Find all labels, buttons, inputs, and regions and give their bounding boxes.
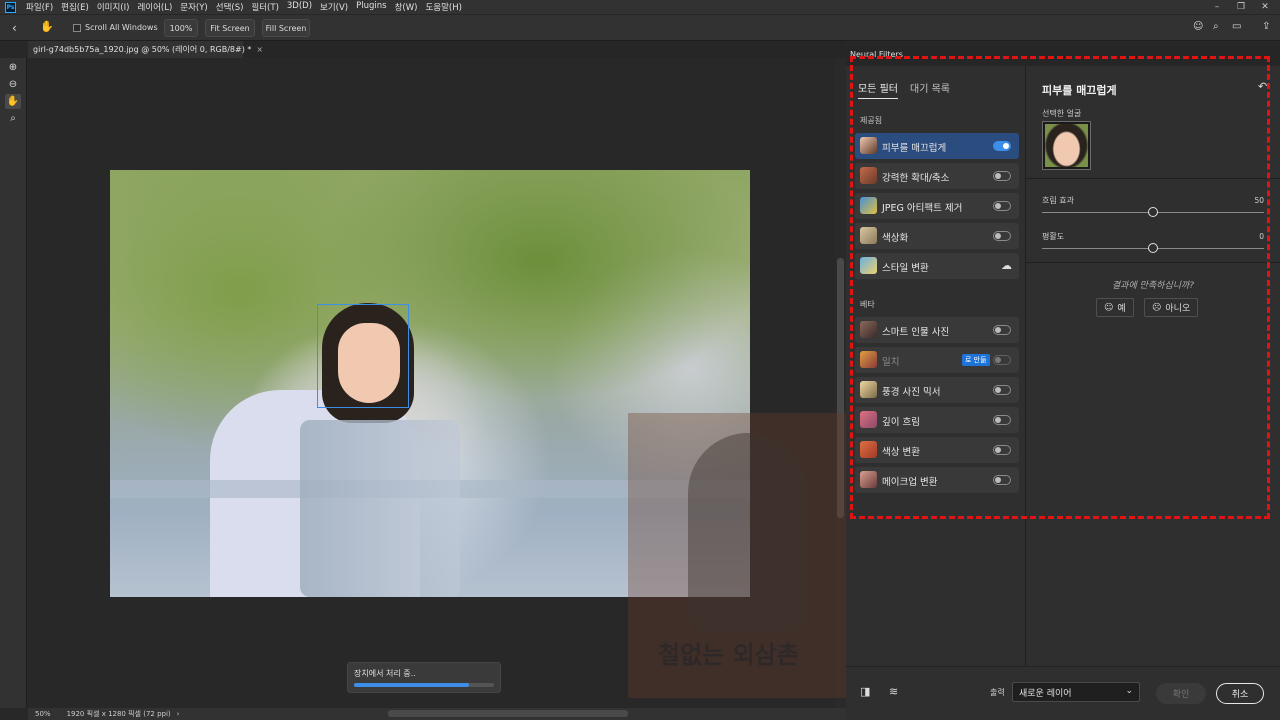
menu-item[interactable]: 파일(F)	[22, 1, 57, 13]
search-icon[interactable]: ⌕	[1213, 21, 1219, 32]
menu-item[interactable]: 편집(E)	[57, 1, 93, 13]
photoshop-logo: Ps	[5, 1, 16, 13]
hand-tool-icon[interactable]: ✋	[40, 20, 54, 33]
share-upload-icon[interactable]: ⇪	[1262, 21, 1270, 32]
processing-toast: 장치에서 처리 중..	[347, 662, 501, 693]
output-label: 출력	[990, 688, 1005, 697]
cancel-button[interactable]: 취소	[1216, 683, 1264, 704]
avatar-illustration	[688, 433, 808, 633]
scroll-all-windows-label: Scroll All Windows	[85, 23, 158, 32]
scroll-all-windows-checkbox[interactable]	[73, 24, 81, 32]
workspace-icon[interactable]: ▭	[1232, 21, 1241, 32]
progress-track	[354, 683, 494, 687]
options-bar: ‹ ✋ Scroll All Windows 100% Fit Screen F…	[0, 14, 1280, 41]
face-detection-box	[317, 304, 409, 408]
status-dimensions: 1920 픽셀 x 1280 픽셀 (72 ppi)	[66, 710, 171, 718]
neural-filters-footer: ◨ ≋ 출력 새로운 레이어 ⌄ 확인 취소	[846, 666, 1280, 720]
menu-item[interactable]: 3D(D)	[283, 1, 316, 13]
preview-toggle-icon[interactable]: ◨	[860, 685, 870, 698]
processing-label: 장치에서 처리 중..	[354, 669, 416, 678]
image-fence	[300, 420, 460, 597]
zoom-in-icon[interactable]: ⊕	[5, 60, 21, 75]
ok-button[interactable]: 확인	[1156, 683, 1206, 704]
output-select[interactable]: 새로운 레이어 ⌄	[1012, 682, 1140, 702]
zoom-100-button[interactable]: 100%	[164, 19, 198, 37]
highlight-annotation	[850, 56, 1270, 519]
minimize-icon[interactable]: –	[1205, 0, 1229, 14]
menu-item[interactable]: 도움말(H)	[421, 1, 465, 13]
close-tab-icon[interactable]: ×	[256, 45, 263, 54]
close-window-icon[interactable]: ✕	[1253, 0, 1277, 14]
fill-screen-button[interactable]: Fill Screen	[262, 19, 310, 37]
status-zoom[interactable]: 50%	[35, 710, 51, 718]
fit-screen-button[interactable]: Fit Screen	[205, 19, 255, 37]
menu-items: 파일(F) 편집(E) 이미지(I) 레이어(L) 문자(Y) 선택(S) 필터(T) 3D(…	[22, 1, 466, 13]
menu-item[interactable]: 레이어(L)	[133, 1, 176, 13]
document-tab-bar: girl-g74db5b75a_1920.jpg @ 50% (레이어 0, R…	[28, 41, 846, 58]
progress-fill	[354, 683, 469, 687]
status-bar: 50% 1920 픽셀 x 1280 픽셀 (72 ppi) ›	[28, 708, 846, 720]
zoom-out-icon[interactable]: ⊖	[5, 77, 21, 92]
menu-bar: Ps 파일(F) 편집(E) 이미지(I) 레이어(L) 문자(Y) 선택(S) 필터(T)…	[0, 0, 1280, 14]
menu-item[interactable]: Plugins	[352, 1, 390, 13]
status-menu-arrow-icon[interactable]: ›	[177, 710, 180, 718]
horizontal-scrollbar-thumb[interactable]	[388, 710, 628, 717]
restore-icon[interactable]: ❐	[1229, 0, 1253, 14]
layers-icon[interactable]: ≋	[889, 685, 898, 698]
menu-item[interactable]: 필터(T)	[247, 1, 282, 13]
back-arrow-icon[interactable]: ‹	[12, 21, 17, 35]
magnifier-icon[interactable]: ⌕	[5, 111, 21, 126]
document-tab[interactable]: girl-g74db5b75a_1920.jpg @ 50% (레이어 0, R…	[28, 41, 263, 58]
output-select-value: 새로운 레이어	[1019, 688, 1072, 699]
menu-item[interactable]: 이미지(I)	[93, 1, 134, 13]
watermark-overlay: 철없는 외삼촌	[628, 413, 846, 698]
chevron-down-icon: ⌄	[1125, 686, 1133, 696]
watermark-text: 철없는 외삼촌	[658, 641, 799, 669]
hand-icon[interactable]: ✋	[5, 94, 21, 109]
menu-item[interactable]: 선택(S)	[212, 1, 248, 13]
share-icon[interactable]: ☺	[1193, 21, 1203, 32]
document-tab-title: girl-g74db5b75a_1920.jpg @ 50% (레이어 0, R…	[33, 45, 252, 54]
menu-item[interactable]: 창(W)	[391, 1, 422, 13]
menu-item[interactable]: 보기(V)	[316, 1, 352, 13]
menu-item[interactable]: 문자(Y)	[176, 1, 211, 13]
tool-panel: ⊕ ⊖ ✋ ⌕	[0, 58, 27, 708]
